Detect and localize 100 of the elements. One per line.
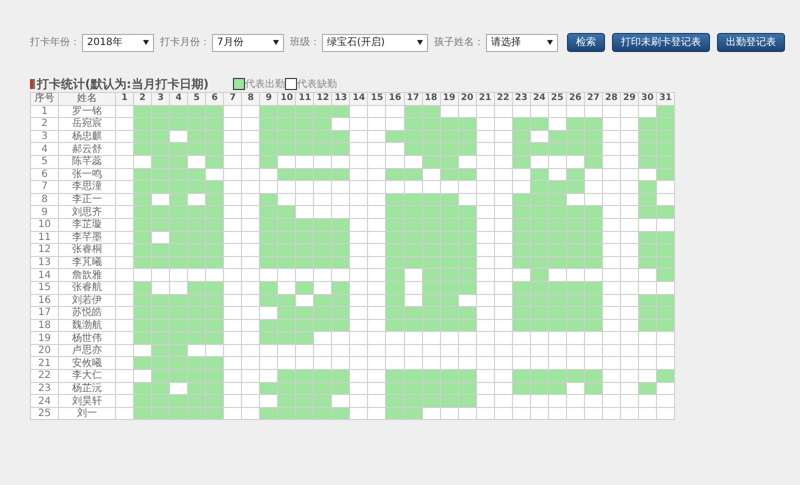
table-cell: 9 [30,206,58,218]
column-header: 23 [512,92,530,106]
column-header: 27 [584,92,602,106]
column-header: 21 [476,92,494,106]
column-header: 16 [386,92,404,106]
table-cell: 刘思齐 [58,206,116,218]
section-title: 打卡统计(默认为:当月打卡日期) [37,76,209,92]
filter-label: 班级： [290,36,320,50]
filter-label: 打卡月份： [160,36,210,50]
table-cell: 24 [30,394,58,408]
column-header: 6 [206,92,224,106]
table-cell: 23 [30,382,58,395]
select-field[interactable]: 7月份 [212,34,284,52]
table-cell: 刘若伊 [58,294,116,307]
column-header: 序号 [30,92,58,106]
table-cell: 郝云舒 [58,142,116,156]
table-cell: 卢思亦 [58,344,116,357]
table-cell: 10 [30,218,58,232]
table-cell: 12 [30,244,58,256]
column-header: 31 [656,92,674,106]
table-cell: 4 [30,142,58,156]
dropdown-arrow-icon [547,40,553,45]
column-header: 2 [134,92,152,106]
column-header: 18 [422,92,440,106]
column-header: 12 [314,92,332,106]
column-header: 1 [116,92,134,106]
column-header: 15 [368,92,386,106]
select-field[interactable]: 请选择 [486,34,558,52]
column-header: 17 [404,92,422,106]
legend-label: 代表出勤 [244,78,285,92]
column-header: 9 [260,92,278,106]
column-header: 24 [530,92,548,106]
table-cell: 李芃曦 [58,256,116,269]
table-cell: 25 [30,407,58,420]
column-header: 4 [170,92,188,106]
table-cell: 11 [30,231,58,244]
table-cell: 杨芷沅 [58,382,116,395]
table-cell: 岳宛宸 [58,118,116,130]
dropdown-arrow-icon [273,40,279,45]
table-cell: 安攸曦 [58,356,116,370]
column-header: 3 [152,92,170,106]
column-header: 14 [350,92,368,106]
table-cell: 5 [30,155,58,168]
table-cell: 李芊墨 [58,231,116,244]
column-header: 28 [602,92,620,106]
select-field[interactable]: 2018年 [82,34,154,52]
table-cell: 18 [30,319,58,332]
column-header: 30 [638,92,656,106]
table-cell: 15 [30,281,58,294]
column-header: 22 [494,92,512,106]
table-cell: 李思潼 [58,180,116,194]
column-header: 25 [548,92,566,106]
filter-label: 孩子姓名： [434,36,484,50]
dropdown-arrow-icon [417,40,423,45]
table-cell: 19 [30,332,58,344]
action-button[interactable]: 检索 [567,33,605,52]
table-cell: 魏渤航 [58,319,116,332]
column-header: 29 [620,92,638,106]
column-header: 11 [296,92,314,106]
table-cell: 6 [30,168,58,181]
column-header: 姓名 [58,92,116,106]
table-cell: 张睿航 [58,281,116,294]
dropdown-arrow-icon [143,40,149,45]
table-cell: 李芷璇 [58,218,116,232]
table-cell: 13 [30,256,58,269]
table-cell: 1 [30,105,58,118]
table-cell: 8 [30,193,58,206]
table-cell: 李大仁 [58,370,116,382]
column-header: 7 [224,92,242,106]
table-cell: 16 [30,294,58,307]
table-cell: 刘昊轩 [58,394,116,408]
title-marker-icon [30,79,35,89]
table-cell: 14 [30,268,58,282]
table-cell: 詹歆雅 [58,268,116,282]
action-button[interactable]: 打印未刷卡登记表 [612,33,710,52]
column-header: 8 [242,92,260,106]
column-header: 13 [332,92,350,106]
table-cell: 2 [30,118,58,130]
table-cell: 刘一 [58,407,116,420]
table-cell: 20 [30,344,58,357]
table-cell: 21 [30,356,58,370]
legend-label: 代表缺勤 [296,78,337,92]
table-cell: 苏悦皓 [58,306,116,320]
table-cell: 7 [30,180,58,194]
table-cell: 杨世伟 [58,332,116,344]
column-header: 20 [458,92,476,106]
filter-label: 打卡年份： [30,36,80,50]
column-header: 10 [278,92,296,106]
table-cell: 张一鸣 [58,168,116,181]
table-cell: 杨忠麒 [58,130,116,143]
table-cell: 陈芊蕊 [58,155,116,168]
table-cell: 罗一铭 [58,105,116,118]
column-header: 19 [440,92,458,106]
table-cell: 17 [30,306,58,320]
table-cell: 李正一 [58,193,116,206]
table-cell: 22 [30,370,58,382]
select-field[interactable]: 绿宝石(开启) [322,34,428,52]
column-header: 5 [188,92,206,106]
action-button[interactable]: 出勤登记表 [717,33,785,52]
table-cell: 张睿桐 [58,244,116,256]
